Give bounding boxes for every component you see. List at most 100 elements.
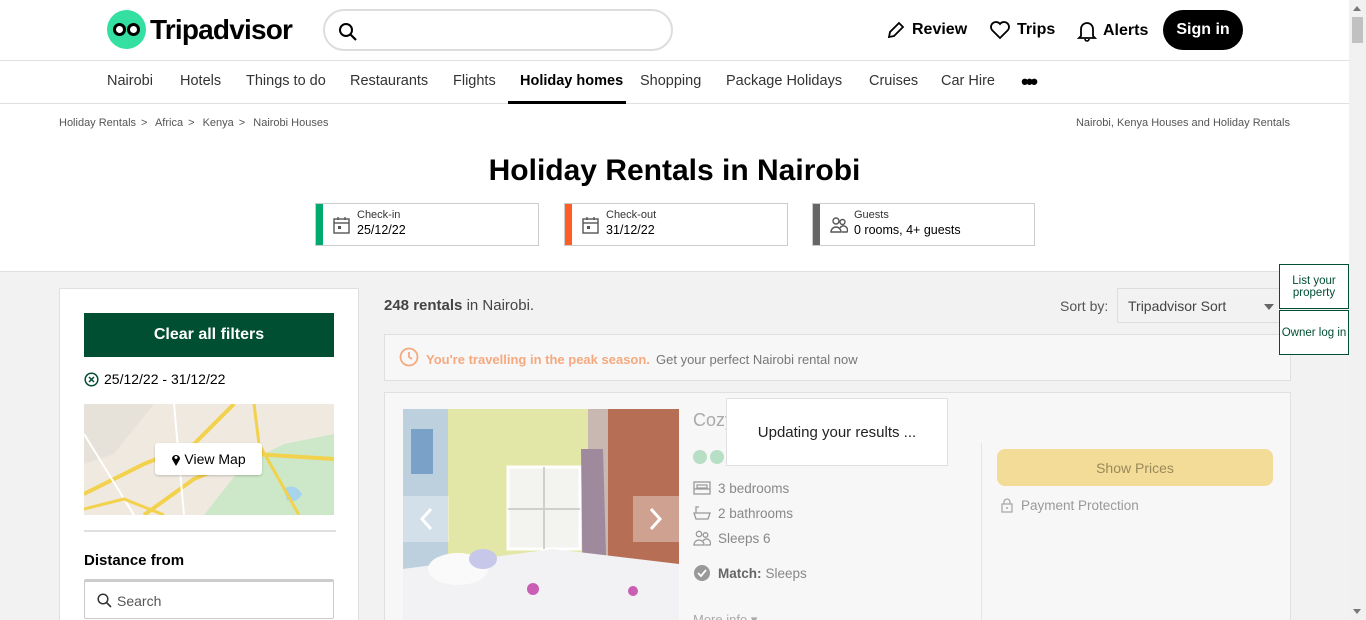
checkout-value: 31/12/22 xyxy=(606,223,655,237)
distance-from-heading: Distance from xyxy=(84,552,185,569)
distance-search-input[interactable]: Search xyxy=(84,579,334,619)
payment-protection: Payment Protection xyxy=(1001,498,1139,513)
date-filter-chip[interactable]: 25/12/22 - 31/12/22 xyxy=(84,371,225,387)
sleeps-label: Sleeps 6 xyxy=(718,530,771,546)
check-circle-icon xyxy=(694,565,710,581)
checkout-picker[interactable]: Check-out 31/12/22 xyxy=(564,203,788,246)
filters-sidebar: Clear all filters 25/12/22 - 31/12/22 Vi… xyxy=(59,288,359,620)
bedrooms-feature: 3 bedrooms xyxy=(693,480,789,496)
alerts-button[interactable]: Alerts xyxy=(1077,20,1148,42)
bathtub-icon xyxy=(693,506,711,520)
peak-season-text: Get your perfect Nairobi rental now xyxy=(656,352,858,367)
peak-season-banner: You're travelling in the peak season. Ge… xyxy=(384,334,1291,381)
scroll-down-icon[interactable] xyxy=(1353,609,1361,614)
checkout-color-bar xyxy=(565,204,572,245)
guests-color-bar xyxy=(813,204,820,245)
nav-item-package-holidays[interactable]: Package Holidays xyxy=(726,73,842,89)
nav-item-hotels[interactable]: Hotels xyxy=(180,73,221,89)
sort-label: Sort by: xyxy=(1060,298,1109,314)
results-count: 248 rentals in Nairobi. xyxy=(384,297,534,314)
search-icon xyxy=(97,593,112,608)
guests-label: Guests xyxy=(854,209,889,221)
rating-bubble-icon xyxy=(710,450,724,464)
chevron-right-icon: > xyxy=(141,117,148,129)
payment-protection-label: Payment Protection xyxy=(1021,498,1139,513)
page-subtitle-link[interactable]: Nairobi, Kenya Houses and Holiday Rental… xyxy=(1076,117,1290,129)
date-filter-label: 25/12/22 - 31/12/22 xyxy=(104,371,226,387)
rating-bubble-icon xyxy=(693,450,707,464)
owner-login-button[interactable]: Owner log in xyxy=(1279,310,1349,355)
review-button[interactable]: Review xyxy=(886,20,967,40)
page-scrollbar[interactable] xyxy=(1349,0,1366,620)
breadcrumb-holiday-rentals[interactable]: Holiday Rentals xyxy=(59,117,136,129)
logo-text: Tripadvisor xyxy=(150,13,293,45)
sign-in-button[interactable]: Sign in xyxy=(1163,10,1243,50)
nav-item-holiday-homes[interactable]: Holiday homes xyxy=(520,73,623,89)
scroll-up-icon[interactable] xyxy=(1353,6,1361,11)
carousel-next-button[interactable] xyxy=(633,496,679,542)
match-label: Match: xyxy=(718,565,762,581)
more-menu-icon[interactable]: ••• xyxy=(1021,69,1038,95)
sort-value: Tripadvisor Sort xyxy=(1128,298,1227,314)
clear-filters-button[interactable]: Clear all filters xyxy=(84,313,334,357)
sidebar-divider xyxy=(84,530,336,532)
distance-search-placeholder: Search xyxy=(117,593,162,609)
carousel-prev-button[interactable] xyxy=(403,496,449,542)
peak-season-highlight: You're travelling in the peak season. xyxy=(426,352,650,367)
listing-divider xyxy=(981,443,982,620)
map-preview[interactable]: View Map xyxy=(84,404,334,515)
updating-results-overlay: Updating your results ... xyxy=(726,398,948,466)
scroll-thumb[interactable] xyxy=(1352,17,1363,43)
dropdown-caret-icon xyxy=(1264,304,1274,310)
search-input[interactable] xyxy=(323,9,673,51)
rentals-count: 248 rentals xyxy=(384,297,463,314)
bathrooms-feature: 2 bathrooms xyxy=(693,505,793,521)
bell-icon xyxy=(1077,22,1097,42)
view-map-label: View Map xyxy=(184,451,246,467)
match-value: Sleeps xyxy=(765,565,807,581)
breadcrumb-africa[interactable]: Africa xyxy=(155,117,183,129)
listing-photo[interactable] xyxy=(403,409,679,620)
top-header: Tripadvisor Review Trips Alerts Sign in xyxy=(0,0,1349,61)
heart-icon xyxy=(990,21,1010,40)
more-info-link[interactable]: More info ▾ xyxy=(693,612,757,620)
view-map-button[interactable]: View Map xyxy=(155,443,262,475)
checkin-label: Check-in xyxy=(357,209,401,221)
match-indicator: Match: Sleeps xyxy=(693,564,807,582)
guests-picker[interactable]: Guests 0 rooms, 4+ guests xyxy=(812,203,1035,246)
search-icon xyxy=(339,23,357,41)
nav-item-nairobi[interactable]: Nairobi xyxy=(107,73,153,89)
nav-item-things-to-do[interactable]: Things to do xyxy=(246,73,326,89)
trips-button[interactable]: Trips xyxy=(989,20,1055,40)
chevron-right-icon xyxy=(649,507,663,531)
nav-item-shopping[interactable]: Shopping xyxy=(640,73,701,89)
owl-logo-icon xyxy=(107,10,146,49)
review-label: Review xyxy=(912,21,968,38)
checkin-color-bar xyxy=(316,204,323,245)
chevron-down-icon: ▾ xyxy=(750,612,758,620)
pencil-icon xyxy=(887,21,905,39)
clock-icon xyxy=(399,347,419,367)
category-nav: Nairobi Hotels Things to do Restaurants … xyxy=(0,61,1349,104)
sort-dropdown[interactable]: Tripadvisor Sort xyxy=(1117,288,1281,323)
sleeps-feature: Sleeps 6 xyxy=(693,530,771,546)
active-tab-indicator xyxy=(508,101,626,104)
trips-label: Trips xyxy=(1017,21,1056,38)
nav-item-car-hire[interactable]: Car Hire xyxy=(941,73,995,89)
nav-item-cruises[interactable]: Cruises xyxy=(869,73,918,89)
breadcrumb-nairobi-houses[interactable]: Nairobi Houses xyxy=(253,117,328,129)
bedrooms-label: 3 bedrooms xyxy=(718,480,790,496)
nav-item-restaurants[interactable]: Restaurants xyxy=(350,73,428,89)
tripadvisor-logo[interactable]: Tripadvisor xyxy=(107,10,293,49)
alerts-label: Alerts xyxy=(1103,22,1149,39)
checkin-picker[interactable]: Check-in 25/12/22 xyxy=(315,203,539,246)
list-property-button[interactable]: List your property xyxy=(1279,264,1349,309)
lock-icon xyxy=(1001,498,1013,513)
nav-item-flights[interactable]: Flights xyxy=(453,73,496,89)
remove-circle-icon[interactable] xyxy=(84,371,99,387)
chevron-right-icon: > xyxy=(188,117,195,129)
people-icon xyxy=(830,217,848,233)
breadcrumb-kenya[interactable]: Kenya xyxy=(203,117,234,129)
show-prices-button[interactable]: Show Prices xyxy=(997,449,1273,486)
bed-icon xyxy=(693,481,711,495)
